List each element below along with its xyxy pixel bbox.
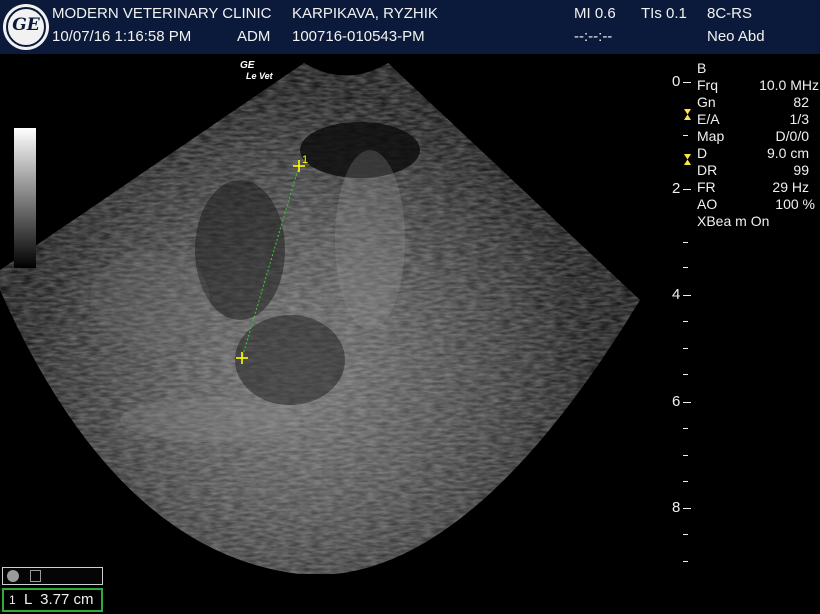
- preset-name: Neo Abd: [707, 28, 765, 45]
- param-row: FR 29 Hz: [697, 179, 809, 195]
- measurement-result: 1 L 3.77 cm: [2, 588, 103, 612]
- timer-readout: --:--:--: [574, 28, 613, 45]
- param-row: DR 99: [697, 162, 809, 178]
- clinic-name: MODERN VETERINARY CLINIC: [52, 5, 272, 22]
- mechanical-index: MI 0.6: [574, 5, 616, 22]
- exam-id: 100716-010543-PM: [292, 28, 425, 45]
- param-row: AO 100 %: [697, 196, 815, 212]
- measurement-toolbar: [2, 567, 103, 585]
- depth-label: 4: [672, 286, 681, 303]
- mode-indicator: B: [697, 60, 707, 76]
- ultrasound-image[interactable]: 1: [0, 54, 660, 574]
- caliper-start-label: 1: [302, 154, 308, 166]
- focus-marker-icon[interactable]: [684, 109, 691, 120]
- param-row: E/A 1/3: [697, 111, 809, 127]
- measurement-value: L 3.77 cm: [24, 591, 94, 608]
- xbeam-status: XBea m On: [697, 213, 770, 229]
- trackball-icon[interactable]: [7, 570, 19, 582]
- header-bar: GE MODERN VETERINARY CLINIC 10/07/16 1:1…: [0, 0, 820, 54]
- patient-name: KARPIKAVA, RYZHIK: [292, 5, 438, 22]
- depth-label: 6: [672, 393, 681, 410]
- depth-label: 2: [672, 180, 681, 197]
- thermal-index: TIs 0.1: [641, 5, 687, 22]
- param-row: Gn 82: [697, 94, 809, 110]
- depth-label: 0: [672, 73, 681, 90]
- param-row: Frq 10.0 MHz: [697, 77, 819, 93]
- imaging-parameters: B Frq 10.0 MHz Gn 82 E/A 1/3 Map D/0/0 D 9.0 …: [697, 60, 819, 230]
- ge-logo-icon: GE: [3, 4, 49, 50]
- focus-marker-icon[interactable]: [684, 154, 691, 165]
- param-row: Map D/0/0: [697, 128, 809, 144]
- grayscale-bar: [14, 128, 36, 268]
- measurement-index: 1: [9, 593, 16, 607]
- param-row: D 9.0 cm: [697, 145, 809, 161]
- exam-datetime: 10/07/16 1:16:58 PM: [52, 28, 192, 45]
- ge-watermark: GE Le Vet: [240, 60, 273, 82]
- caliper-tool-icon[interactable]: [30, 570, 41, 582]
- probe-name: 8C-RS: [707, 5, 753, 22]
- operator-id: ADM: [237, 28, 271, 45]
- depth-label: 8: [672, 499, 681, 516]
